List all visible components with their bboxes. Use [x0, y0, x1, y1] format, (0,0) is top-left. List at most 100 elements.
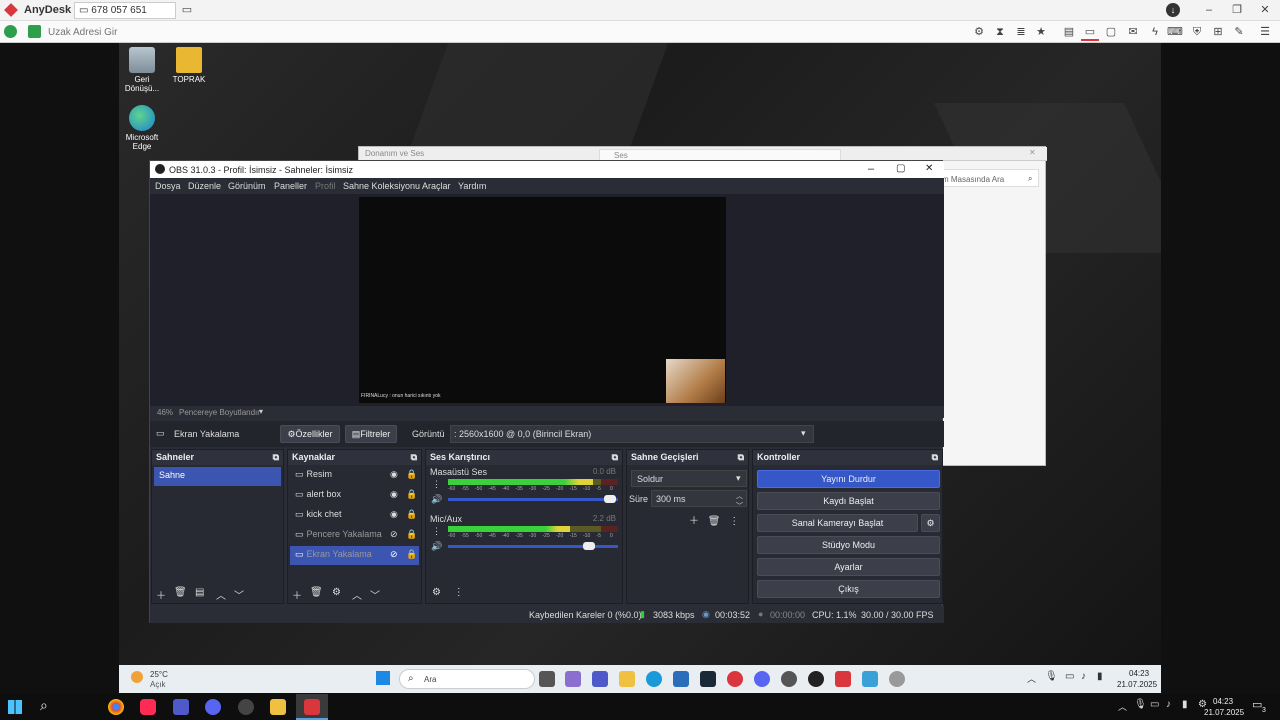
speaker-icon[interactable]: 🔊 — [431, 541, 442, 552]
volume-icon[interactable]: ♪ — [1081, 671, 1086, 682]
source-item[interactable]: ▭ Resim ◉ 🔒 — [290, 466, 419, 485]
lock-icon[interactable]: 🔒 — [406, 529, 417, 540]
lock-icon[interactable]: 🔒 — [406, 489, 417, 500]
stop-stream-button[interactable]: Yayını Durdur — [757, 470, 940, 488]
anydesk-icon[interactable] — [835, 671, 851, 687]
search-icon[interactable]: ⌕ — [40, 697, 48, 714]
menu-sahne-koleksiyonu[interactable]: Sahne Koleksiyonu — [343, 181, 420, 191]
windows-start-icon[interactable] — [376, 671, 390, 685]
maximize-icon[interactable]: ▢ — [896, 163, 905, 174]
filters-button[interactable]: ▤Filtreler — [345, 425, 397, 443]
tray-chevron-icon[interactable]: ︿ — [1118, 700, 1127, 713]
add-icon[interactable]: ＋ — [689, 516, 699, 527]
undock-icon[interactable]: ⧉ — [932, 452, 938, 463]
menu-araclar[interactable]: Araçlar — [422, 181, 451, 191]
menu-yardim[interactable]: Yardım — [458, 181, 486, 191]
minimize-icon[interactable]: – — [1200, 1, 1218, 19]
notification-icon[interactable]: ▭ — [1252, 698, 1262, 711]
minimize-icon[interactable]: – — [868, 163, 874, 175]
stepper-icon[interactable]: ︿ ﹀ — [736, 491, 743, 511]
close-icon[interactable]: ✕ — [925, 163, 933, 174]
teams-icon[interactable] — [592, 671, 608, 687]
trash-icon[interactable]: 🗑 — [310, 587, 323, 598]
desktop-icon-edge[interactable]: Microsoft Edge — [119, 105, 165, 151]
volume-handle[interactable] — [603, 495, 616, 503]
gear-icon[interactable]: ⚙ — [332, 587, 341, 598]
download-icon[interactable]: ↓ — [1166, 3, 1180, 17]
display-select[interactable]: : 2560x1600 @ 0,0 (Birincil Ekran) ▾ — [450, 425, 814, 443]
teams-icon[interactable] — [173, 699, 189, 715]
chevron-down-icon[interactable]: ▾ — [259, 407, 263, 416]
arrow-up-icon[interactable]: ︿ — [216, 587, 226, 602]
lock-icon[interactable]: 🔒 — [406, 509, 417, 520]
chrome-icon[interactable] — [108, 699, 124, 715]
arrow-up-icon[interactable]: ︿ — [352, 587, 362, 602]
screen-icon[interactable]: ▢ — [1102, 23, 1120, 41]
desktop-icon-folder[interactable]: TOPRAK — [166, 47, 212, 84]
maximize-icon[interactable]: ❐ — [1228, 1, 1246, 19]
close-icon[interactable]: ✕ — [1256, 1, 1274, 19]
more-icon[interactable]: ⋮ — [729, 516, 739, 527]
lock-icon[interactable]: 🔒 — [406, 469, 417, 480]
remote-address-input[interactable] — [48, 23, 948, 41]
new-session-icon[interactable]: ▭ — [178, 1, 196, 19]
menu-paneller[interactable]: Paneller — [274, 181, 307, 191]
virtual-camera-settings-button[interactable]: ⚙ — [921, 514, 940, 532]
monitor-icon[interactable]: ▭ — [1081, 23, 1099, 41]
tray-chevron-icon[interactable]: ︿ — [1027, 672, 1036, 685]
explorer-icon[interactable] — [619, 671, 635, 687]
obs-icon[interactable] — [238, 699, 254, 715]
add-icon[interactable]: ＋ — [156, 587, 166, 602]
discord-icon[interactable] — [754, 671, 770, 687]
more-icon[interactable]: ⋮ — [432, 526, 441, 537]
speaker-icon[interactable]: 🔊 — [431, 494, 442, 505]
undock-icon[interactable]: ⧉ — [738, 452, 744, 463]
edge-icon[interactable] — [646, 671, 662, 687]
lightning-icon[interactable]: ϟ — [1146, 23, 1164, 41]
lock-icon[interactable]: 🔒 — [406, 549, 417, 560]
undock-icon[interactable]: ⧉ — [612, 452, 618, 463]
shield-icon[interactable]: ⛨ — [1188, 23, 1206, 41]
trash-icon[interactable]: 🗑 — [708, 516, 721, 527]
source-item[interactable]: ▭ Ekran Yakalama ⊘ 🔒 — [290, 546, 419, 565]
clock-date[interactable]: 21.07.2025 — [1204, 708, 1244, 717]
undock-icon[interactable]: ⧉ — [273, 452, 279, 463]
database-icon[interactable]: ≣ — [1012, 23, 1030, 41]
undock-icon[interactable]: ⧉ — [411, 452, 417, 463]
tiktok-icon[interactable] — [140, 699, 156, 715]
duration-input[interactable]: 300 ms ︿ ﹀ — [651, 490, 747, 510]
start-recording-button[interactable]: Kaydı Başlat — [757, 492, 940, 510]
scene-item[interactable]: Sahne — [154, 467, 281, 486]
anydesk-taskbar-button[interactable] — [296, 694, 328, 720]
battery-icon[interactable]: ▮ — [1097, 671, 1103, 682]
settings-button[interactable]: Ayarlar — [757, 558, 940, 576]
discord-icon[interactable] — [205, 699, 221, 715]
remote-clock-time[interactable]: 04:23 — [1129, 669, 1149, 678]
keyboard-icon[interactable]: ⌨ — [1166, 23, 1184, 41]
gear-icon[interactable]: ⚙ — [432, 587, 441, 598]
pen-icon[interactable]: ✎ — [1230, 23, 1248, 41]
preview-canvas[interactable]: FIRINALucy : onun harici sıkıntı yok — [359, 197, 726, 403]
trash-icon[interactable]: 🗑 — [174, 587, 187, 598]
arrow-down-icon[interactable]: ﹀ — [234, 587, 244, 602]
menu-gorunum[interactable]: Görünüm — [228, 181, 266, 191]
hourglass-icon[interactable]: ⧗ — [991, 23, 1009, 41]
obs-icon[interactable] — [808, 671, 824, 687]
obs-window[interactable]: OBS 31.0.3 - Profil: İsimsiz - Sahneler:… — [149, 160, 944, 623]
arrow-down-icon[interactable]: ﹀ — [370, 587, 380, 602]
add-icon[interactable]: ＋ — [292, 587, 302, 602]
task-view-icon[interactable] — [539, 671, 555, 687]
battery-icon[interactable]: ▮ — [1182, 699, 1188, 710]
menu-dosya[interactable]: Dosya — [155, 181, 181, 191]
star-icon[interactable]: ★ — [1032, 23, 1050, 41]
close-icon[interactable]: ✕ — [1029, 148, 1036, 157]
windows-start-icon[interactable] — [8, 700, 22, 714]
source-item[interactable]: ▭ Pencere Yakalama ⊘ 🔒 — [290, 526, 419, 545]
volume-handle[interactable] — [583, 542, 596, 550]
session-tab[interactable]: ▭ 678 057 651 — [74, 2, 176, 19]
menu-profil[interactable]: Profil — [315, 181, 336, 191]
audio-icon[interactable] — [889, 671, 905, 687]
zoom-mode[interactable]: Pencereye Boyutlandır — [179, 408, 260, 417]
visibility-icon[interactable]: ⊘ — [390, 529, 398, 540]
search-box[interactable]: m Masasında Ara ⌕ — [939, 169, 1039, 187]
